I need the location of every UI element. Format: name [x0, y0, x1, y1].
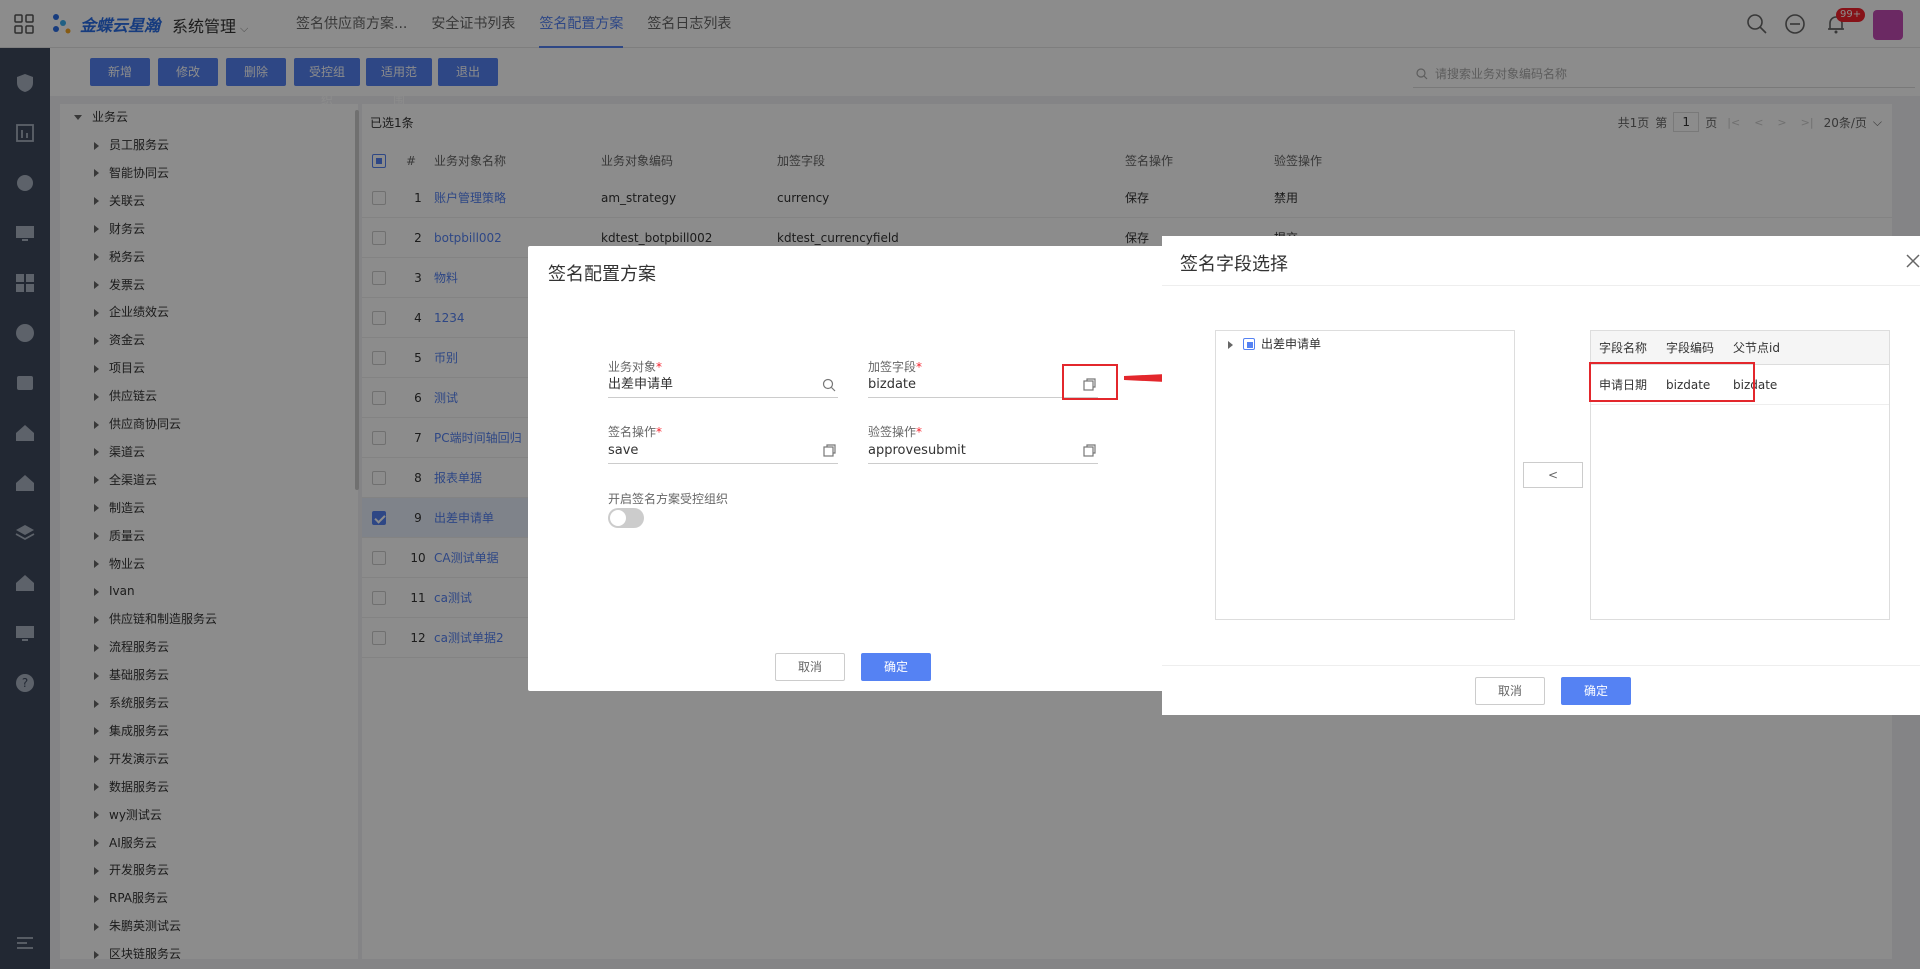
tree-node[interactable]: 出差申请单 [1228, 333, 1321, 355]
column-header: 字段编码 [1666, 341, 1715, 355]
selected-fields-header: 字段名称 字段编码 父节点id [1591, 331, 1889, 365]
controlled-org-toggle[interactable] [608, 508, 644, 528]
dialog-title: 签名字段选择 [1180, 254, 1288, 275]
column-header: 字段名称 [1599, 341, 1648, 355]
cancel-button[interactable]: 取消 [775, 653, 845, 681]
verify-op-input[interactable]: approvesubmit [868, 438, 1098, 464]
highlight-box [1589, 362, 1755, 402]
move-left-button[interactable]: < [1523, 462, 1583, 488]
highlight-box [1062, 364, 1118, 400]
toggle-label: 开启签名方案受控组织 [608, 492, 729, 506]
dialog-footer: 取消 确定 [1162, 665, 1920, 715]
node-checkbox[interactable] [1243, 338, 1255, 350]
copy-icon[interactable] [1082, 444, 1096, 458]
dialog-header: 签名字段选择 [1162, 236, 1920, 286]
cancel-button[interactable]: 取消 [1475, 677, 1545, 705]
column-header: 父节点id [1733, 341, 1780, 355]
close-icon[interactable] [1906, 254, 1920, 268]
field-tree-panel: 出差申请单 [1215, 330, 1515, 620]
dialog-title: 签名配置方案 [548, 264, 656, 285]
caret-right-icon[interactable] [1228, 340, 1233, 349]
copy-icon[interactable] [822, 444, 836, 458]
confirm-button[interactable]: 确定 [861, 653, 931, 681]
sign-field-select-dialog: 签名字段选择 出差申请单 < 字段名称 字段编码 父节点id 申请日期 bizd… [1162, 236, 1920, 715]
sign-config-dialog: 签名配置方案 业务对象* 出差申请单 加签字段* bizdate 签名操作* s… [528, 246, 1168, 691]
sign-op-input[interactable]: save [608, 438, 838, 464]
confirm-button[interactable]: 确定 [1561, 677, 1631, 705]
biz-object-field[interactable]: 出差申请单 [608, 372, 838, 398]
search-icon[interactable] [822, 378, 836, 392]
